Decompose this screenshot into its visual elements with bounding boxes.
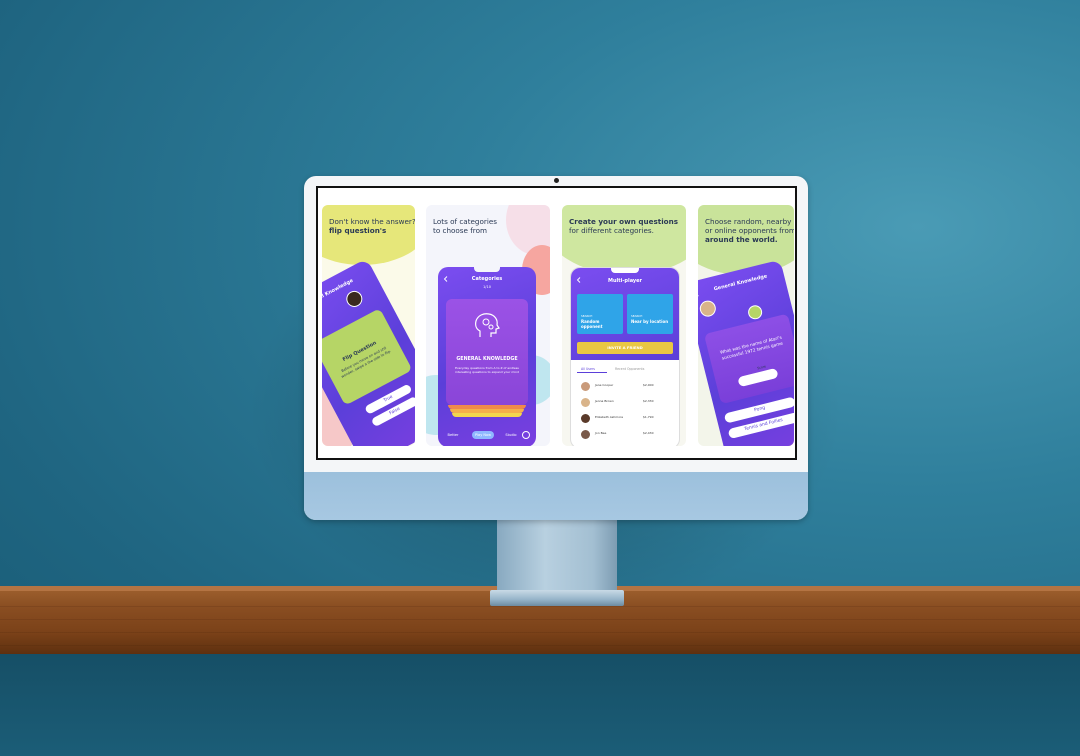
tab-indicator	[577, 372, 607, 373]
panel-heading: Choose random, nearby or online opponent…	[705, 217, 794, 244]
avatar	[581, 430, 590, 439]
screenshot-panel-categories: Lots of categories to choose from Catego…	[426, 205, 550, 446]
random-opponent-tile[interactable]: SEARCH Random opponent	[577, 294, 623, 334]
phone-title: General Knowledge	[713, 273, 768, 293]
monitor-stand-foot	[490, 590, 624, 606]
panel-heading: Lots of categories to choose from	[433, 217, 549, 235]
tile-caption: SEARCH	[631, 314, 643, 318]
avatar-icon	[343, 288, 366, 310]
phone-mockup: Multi-player SEARCH Random opponent SEAR…	[570, 267, 680, 446]
heading-line: to choose from	[433, 226, 487, 235]
back-arrow-icon[interactable]	[698, 290, 701, 297]
player-stat: $2,430	[643, 431, 654, 435]
player-stat: $2,000	[643, 383, 654, 387]
tile-caption: SEARCH	[581, 314, 593, 318]
avatar-icon	[698, 298, 718, 319]
heading-line-bold: around the world.	[705, 235, 778, 244]
phone-notch	[611, 268, 639, 273]
question-card: What was the name of Atari's successful …	[703, 313, 794, 405]
panel-heading: Don't know the answer? flip question's	[329, 217, 415, 235]
category-card[interactable]: GENERAL KNOWLEDGE Everyday questions fro…	[446, 299, 528, 405]
question-text: What was the name of Atari's successful …	[719, 335, 784, 362]
decor-blob	[562, 205, 686, 275]
player-name: Jenna Brown	[595, 399, 614, 403]
tab-recent-opponents[interactable]: Recent Opponents	[615, 367, 644, 371]
invite-friend-button[interactable]: INVITE A FRIEND	[577, 342, 673, 354]
phone-mockup: General Knowledge What was the name of A…	[698, 259, 794, 446]
heading-line: Don't know the answer?	[329, 217, 415, 226]
card-title: GENERAL KNOWLEDGE	[456, 357, 518, 362]
avatar	[581, 414, 590, 423]
avatar	[581, 382, 590, 391]
avatar	[581, 398, 590, 407]
heading-line: for different categories.	[569, 226, 654, 235]
tab-all-users[interactable]: All Users	[581, 367, 595, 371]
app-showcase: Don't know the answer? flip question's G…	[318, 188, 795, 458]
footer-label: Better	[447, 433, 459, 437]
player-name: Jane Cooper	[595, 383, 614, 387]
phone-title: Multi-player	[607, 278, 643, 284]
play-now-button[interactable]: Play Now	[472, 431, 494, 439]
monitor-stand	[497, 519, 617, 593]
imac-monitor: Don't know the answer? flip question's G…	[304, 176, 808, 520]
nearby-tile[interactable]: SEARCH Near by location	[627, 294, 673, 334]
heading-line-bold: flip question's	[329, 226, 387, 235]
list-item[interactable]: Jane Cooper $2,000	[571, 380, 679, 394]
wall-below-shelf	[0, 654, 1080, 756]
heading-line: Lots of categories	[433, 217, 498, 226]
settings-icon[interactable]	[522, 431, 530, 439]
player-name: Jon Bee	[595, 431, 607, 435]
footer-label: Studio	[505, 433, 517, 437]
page-counter: 1/10	[483, 285, 491, 289]
tile-label: Near by location	[631, 319, 669, 324]
list-item[interactable]: Jon Bee $2,430	[571, 428, 679, 442]
brain-gears-icon	[475, 313, 500, 337]
card-stack-layer	[452, 413, 522, 417]
phone-title: Categories	[471, 276, 503, 282]
phone-notch	[474, 267, 500, 272]
player-stat: $2,330	[643, 399, 654, 403]
decor-blob	[322, 205, 415, 265]
monitor-screen: Don't know the answer? flip question's G…	[316, 186, 797, 460]
panel-heading: Create your own questions for different …	[569, 217, 686, 235]
list-item[interactable]: Elizabeth Ashmore $1,790	[571, 412, 679, 426]
screenshot-panel-multiplayer: Create your own questions for different …	[562, 205, 686, 446]
player-stat: $1,790	[643, 415, 654, 419]
card-body: Everyday questions from A to Z of endles…	[455, 366, 519, 374]
monitor-chin	[304, 472, 808, 520]
heading-line: or online opponents from	[705, 226, 794, 235]
phone-mockup: Categories 1/10 GENERAL KNOWLEDGE Everyd…	[438, 267, 536, 446]
webcam-icon	[554, 178, 559, 183]
heading-line: Choose random, nearby	[705, 217, 792, 226]
shelf-wood-grain	[0, 600, 1080, 650]
screenshot-panel-flip: Don't know the answer? flip question's G…	[322, 205, 415, 446]
screenshot-panel-opponents: Choose random, nearby or online opponent…	[698, 205, 794, 446]
player-name: Elizabeth Ashmore	[595, 415, 624, 419]
timer-icon	[746, 303, 764, 321]
heading-line-bold: Create your own questions	[569, 217, 678, 226]
list-item[interactable]: Jenna Brown $2,330	[571, 396, 679, 410]
tile-label: Random opponent	[581, 319, 603, 329]
